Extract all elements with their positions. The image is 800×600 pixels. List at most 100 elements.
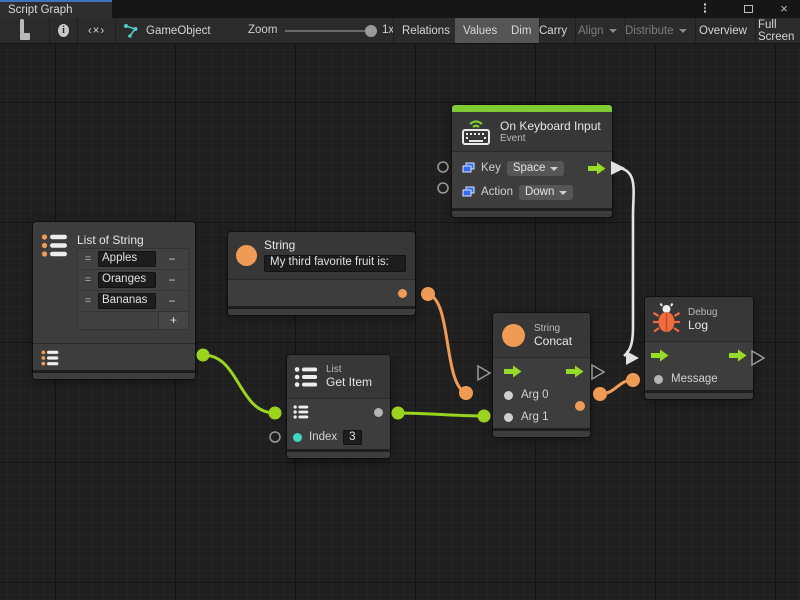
key-port-label: Key (481, 162, 501, 174)
zoom-slider-track[interactable] (285, 30, 371, 32)
list-item-field[interactable]: Apples (98, 251, 156, 267)
index-input-port[interactable] (293, 433, 302, 442)
unconnected-control-out-hint (752, 351, 764, 365)
window-menu-icon[interactable] (697, 2, 713, 16)
event-accent-bar (452, 105, 612, 112)
keyboard-icon (460, 117, 492, 147)
node-string-literal[interactable]: String My third favorite fruit is: (228, 232, 415, 315)
chevron-down-icon (679, 29, 687, 33)
wire-endpoint (478, 410, 491, 423)
wire-control-keyboard-to-log[interactable] (620, 168, 634, 356)
node-category: List (326, 364, 372, 375)
node-string-concat[interactable]: String Concat Arg 0 Arg 1 (493, 313, 590, 437)
node-debug-log[interactable]: Debug Log Message (645, 297, 753, 399)
script-graph-window: Script Graph × i ‹×› GameObject (0, 0, 800, 600)
code-icon: ‹×› (88, 25, 105, 37)
arg1-label: Arg 1 (521, 411, 549, 423)
unconnected-control-out-hint (592, 365, 604, 379)
tab-bar: Script Graph × (0, 0, 800, 18)
values-button[interactable]: Values (455, 18, 506, 43)
node-title: String (264, 238, 406, 252)
lock-icon (20, 21, 30, 40)
list-item-field[interactable]: Oranges (98, 272, 156, 288)
maximize-icon[interactable] (740, 2, 756, 16)
node-title: List of String (77, 233, 144, 247)
list-item-row: = Oranges − (78, 270, 188, 291)
control-input-port[interactable] (651, 349, 669, 362)
node-title: Concat (534, 334, 572, 348)
control-output-port[interactable] (566, 365, 584, 378)
node-footer (493, 428, 590, 437)
arg0-input-port[interactable] (504, 391, 513, 400)
close-icon[interactable]: × (776, 2, 792, 16)
message-label: Message (671, 373, 718, 385)
string-output-port[interactable] (398, 289, 407, 298)
info-button[interactable]: i (50, 18, 78, 43)
list-output-port[interactable] (41, 349, 59, 367)
wire-endpoint (593, 387, 607, 401)
control-input-port[interactable] (504, 365, 522, 378)
node-on-keyboard-input[interactable]: On Keyboard Input Event Key Space (452, 105, 612, 217)
tab-script-graph[interactable]: Script Graph (0, 0, 112, 18)
distribute-dropdown-button[interactable]: Distribute (617, 18, 696, 43)
list-item-field[interactable]: Bananas (98, 293, 156, 309)
zoom-slider-thumb[interactable] (365, 25, 377, 37)
wire-endpoint (459, 386, 473, 400)
wire-list-to-getitem[interactable] (203, 355, 275, 413)
code-view-button[interactable]: ‹×› (78, 18, 116, 43)
chevron-down-icon (559, 191, 567, 195)
node-footer (645, 390, 753, 399)
control-output-port[interactable] (588, 162, 606, 175)
remove-item-button[interactable]: − (156, 294, 188, 308)
info-icon: i (58, 24, 69, 37)
relations-button[interactable]: Relations (393, 18, 459, 43)
overview-button[interactable]: Overview (691, 18, 756, 43)
lock-button[interactable] (0, 18, 50, 43)
arg0-label: Arg 0 (521, 389, 549, 401)
key-dropdown[interactable]: Space (507, 161, 565, 176)
node-list-of-string[interactable]: List of String = Apples − = Oranges − = (33, 222, 195, 379)
node-title: Get Item (326, 375, 372, 389)
drag-handle-icon[interactable]: = (78, 274, 98, 286)
result-output-port[interactable] (575, 401, 585, 411)
list-icon (294, 365, 318, 389)
gameobject-label: GameObject (146, 25, 211, 37)
unconnected-value-hint (438, 162, 448, 172)
item-output-port[interactable] (374, 408, 383, 417)
wire-endpoint (421, 287, 435, 301)
wire-getitem-to-concat[interactable] (398, 413, 484, 416)
string-list-editor: = Apples − = Oranges − = Bananas − (78, 249, 188, 329)
wire-end-arrow (626, 351, 639, 365)
index-label: Index (309, 431, 337, 443)
unconnected-value-hint (270, 432, 280, 442)
bug-icon (653, 303, 680, 335)
unconnected-control-in-hint (478, 366, 490, 380)
message-input-port[interactable] (654, 375, 663, 384)
list-item-row: = Bananas − (78, 291, 188, 312)
node-title: Log (688, 318, 717, 332)
drag-handle-icon[interactable]: = (78, 295, 98, 307)
list-icon (41, 232, 68, 259)
graph-toolbar: i ‹×› GameObject Zoom 1x Relations Value… (0, 18, 800, 44)
action-dropdown[interactable]: Down (519, 185, 573, 200)
index-field[interactable]: 3 (343, 430, 361, 445)
list-input-port[interactable] (293, 405, 309, 419)
string-value-field[interactable]: My third favorite fruit is: (264, 255, 406, 272)
enum-icon (462, 162, 475, 174)
graph-canvas[interactable]: On Keyboard Input Event Key Space (0, 44, 800, 600)
remove-item-button[interactable]: − (156, 252, 188, 266)
add-item-button[interactable]: + (159, 312, 188, 329)
fullscreen-button[interactable]: Full Screen (750, 18, 800, 43)
node-footer (452, 208, 612, 217)
drag-handle-icon[interactable]: = (78, 253, 98, 265)
node-footer (33, 370, 195, 379)
control-output-port[interactable] (729, 349, 747, 362)
arg1-input-port[interactable] (504, 413, 513, 422)
wire-string-to-concat[interactable] (428, 294, 466, 393)
node-subtitle: Event (500, 133, 601, 144)
wire-concat-to-log[interactable] (600, 380, 633, 394)
chevron-down-icon (609, 29, 617, 33)
remove-item-button[interactable]: − (156, 273, 188, 287)
node-get-item[interactable]: List Get Item Index 3 (287, 355, 390, 458)
gameobject-target-button[interactable]: GameObject (116, 18, 256, 43)
